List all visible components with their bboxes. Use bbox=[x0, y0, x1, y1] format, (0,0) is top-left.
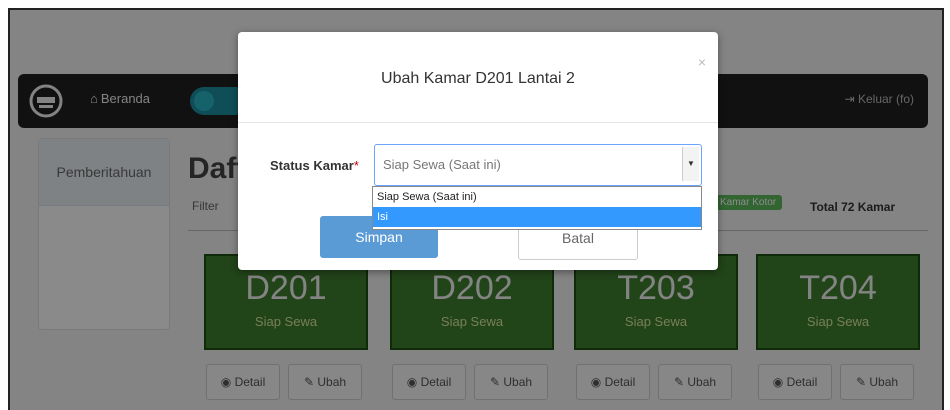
field-label-text: Status Kamar bbox=[270, 158, 354, 173]
close-icon[interactable]: × bbox=[698, 54, 706, 70]
required-mark: * bbox=[353, 158, 359, 173]
edit-room-modal: Ubah Kamar D201 Lantai 2 × Status Kamar*… bbox=[238, 32, 718, 270]
select-value: Siap Sewa (Saat ini) bbox=[383, 157, 501, 172]
chevron-down-icon[interactable]: ▼ bbox=[682, 147, 699, 181]
modal-header: Ubah Kamar D201 Lantai 2 × bbox=[238, 32, 718, 123]
dropdown-option-isi[interactable]: Isi bbox=[373, 207, 701, 227]
status-kamar-select[interactable]: Siap Sewa (Saat ini) ▼ bbox=[374, 144, 702, 186]
app-window: ⌂ Beranda ⇥ Keluar (fo) Pemberitahuan Daf… bbox=[8, 8, 944, 410]
dropdown-option-siap-sewa[interactable]: Siap Sewa (Saat ini) bbox=[373, 187, 701, 207]
status-kamar-label: Status Kamar* bbox=[270, 158, 359, 173]
status-dropdown-list: Siap Sewa (Saat ini) Isi bbox=[372, 186, 702, 230]
modal-title: Ubah Kamar D201 Lantai 2 bbox=[381, 70, 575, 87]
